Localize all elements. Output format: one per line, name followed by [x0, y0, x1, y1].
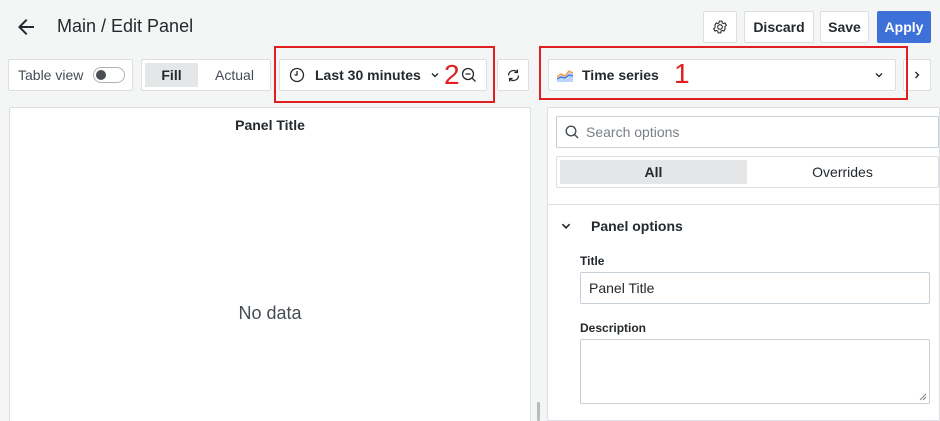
clock-icon — [289, 67, 305, 83]
annotation-number-2: 2 — [444, 59, 460, 90]
title-field-label: Title — [580, 254, 605, 268]
title-field[interactable]: Panel Title — [580, 272, 930, 304]
table-view-toggle[interactable]: Table view — [8, 59, 133, 91]
chevron-right-icon — [912, 70, 922, 80]
refresh-icon — [505, 67, 522, 84]
apply-button[interactable]: Apply — [877, 11, 931, 43]
fill-actual-group: Fill Actual — [141, 59, 271, 91]
fill-option[interactable]: Fill — [145, 63, 198, 87]
zoom-out-icon[interactable] — [461, 67, 477, 83]
description-field-label: Description — [580, 321, 647, 335]
chevron-down-icon — [560, 220, 572, 232]
tab-all[interactable]: All — [560, 160, 747, 184]
visualization-label: Time series — [582, 67, 659, 83]
toggle-options-pane-button[interactable] — [903, 59, 931, 91]
panel-preview: Panel Title No data — [9, 107, 531, 421]
time-range-label: Last 30 minutes — [315, 67, 421, 83]
options-divider — [548, 204, 940, 205]
pane-resize-handle[interactable] — [537, 402, 540, 421]
settings-button[interactable] — [703, 11, 737, 43]
description-field[interactable] — [580, 339, 930, 404]
search-icon — [565, 125, 579, 139]
discard-button[interactable]: Discard — [744, 11, 814, 43]
chevron-down-icon — [874, 70, 884, 80]
chevron-down-icon — [430, 70, 440, 80]
page-title: Main / Edit Panel — [57, 16, 194, 36]
visualization-picker[interactable]: Time series — [548, 59, 896, 91]
toggle-knob — [96, 70, 106, 80]
table-view-label: Table view — [18, 67, 84, 83]
save-button[interactable]: Save — [820, 11, 869, 43]
panel-title: Panel Title — [235, 117, 305, 133]
panel-options-section-header[interactable]: Panel options — [560, 216, 920, 236]
no-data-text: No data — [238, 303, 302, 323]
search-placeholder: Search options — [586, 124, 680, 140]
time-series-icon — [557, 68, 573, 82]
actual-option[interactable]: Actual — [202, 63, 267, 87]
annotation-number-1: 1 — [674, 58, 690, 89]
tab-overrides[interactable]: Overrides — [749, 160, 936, 184]
section-title: Panel options — [591, 218, 683, 234]
toggle-switch[interactable] — [93, 67, 125, 83]
refresh-button[interactable] — [497, 59, 529, 91]
search-options-input[interactable]: Search options — [556, 116, 939, 148]
resize-grip-icon[interactable] — [917, 391, 927, 401]
back-arrow-icon[interactable] — [14, 15, 38, 39]
gear-icon — [712, 19, 728, 35]
options-tabs: All Overrides — [556, 156, 939, 188]
